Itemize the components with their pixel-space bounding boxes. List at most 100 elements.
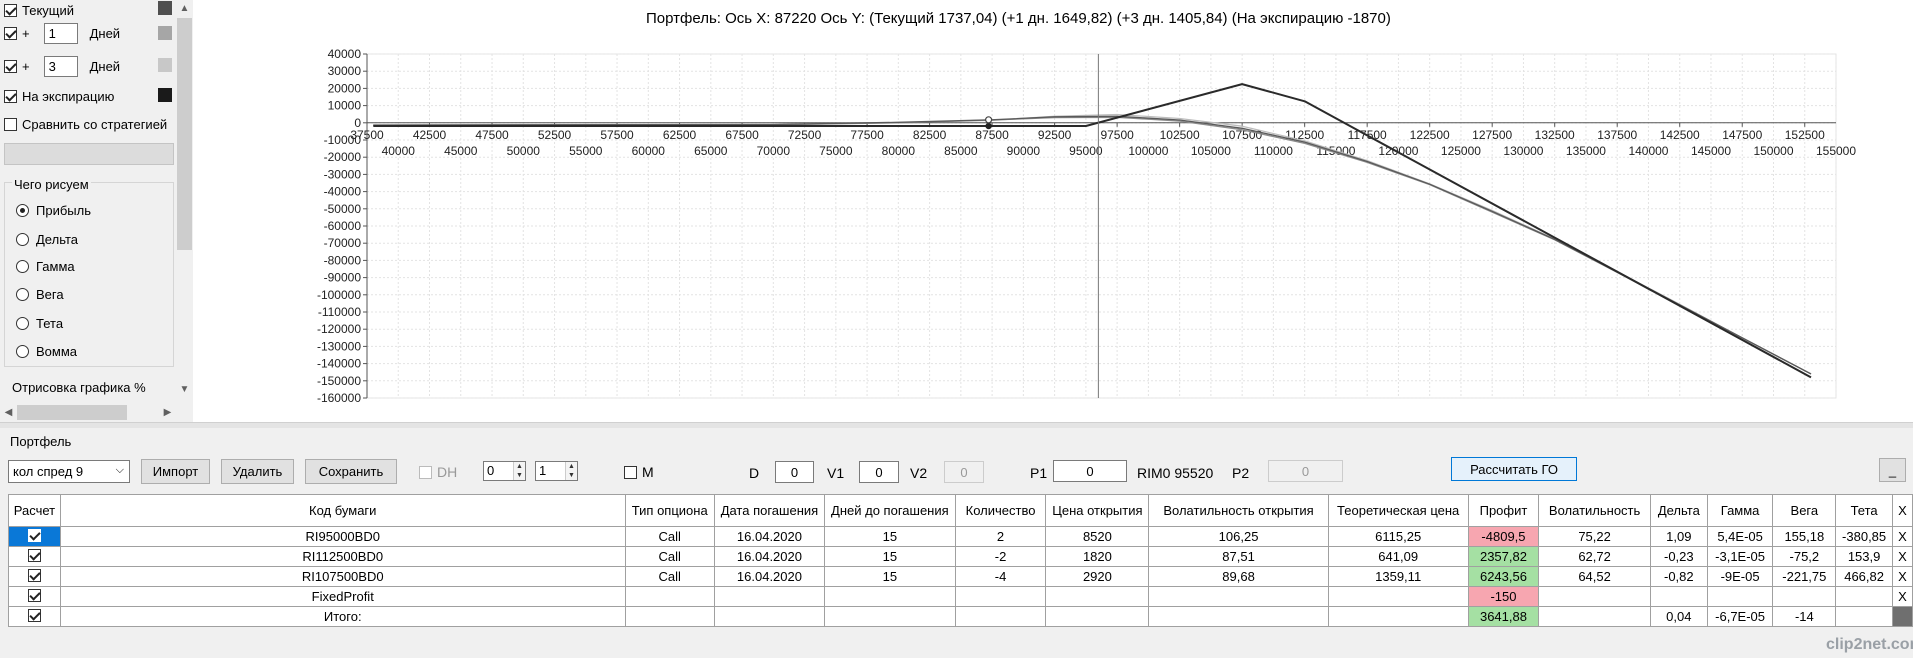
header-profit[interactable]: Профит (1467, 494, 1540, 527)
cell-theo-price: 1359,11 (1327, 566, 1469, 587)
x-tick-label-upper: 77500 (850, 128, 884, 142)
x-tick-label-lower: 75000 (819, 144, 853, 158)
payoff-chart[interactable]: 400003000020000100000-10000-20000-30000-… (0, 0, 1913, 422)
row-calc-checkbox[interactable] (27, 588, 41, 602)
portfolio-panel: Портфель кол спред 9 ⌵ Импорт Удалить Со… (0, 428, 1913, 658)
x-tick-label-lower: 65000 (694, 144, 728, 158)
header-gamma[interactable]: Гамма (1706, 494, 1774, 527)
cell-remove[interactable] (1892, 606, 1913, 627)
header-option-type[interactable]: Тип опциона (624, 494, 715, 527)
x-tick-label-lower: 85000 (944, 144, 978, 158)
cell-remove[interactable]: X (1892, 526, 1913, 547)
cell-option-type: Call (624, 526, 715, 547)
header-code[interactable]: Код бумаги (59, 494, 626, 527)
cell-days: 15 (824, 526, 956, 547)
cell-expiry-date (713, 586, 826, 607)
v2-field[interactable]: 0 (944, 461, 984, 483)
header-open-volatility[interactable]: Волатильность открытия (1148, 494, 1329, 527)
y-tick-label: -110000 (318, 305, 361, 319)
cell-calc[interactable] (8, 546, 61, 567)
x-tick-label-upper: 102500 (1160, 128, 1200, 142)
cell-delta (1649, 586, 1708, 607)
p2-field[interactable]: 0 (1268, 460, 1343, 482)
x-tick-label-lower: 135000 (1566, 144, 1606, 158)
cell-calc[interactable] (8, 586, 61, 607)
cell-gamma (1706, 586, 1774, 607)
header-quantity[interactable]: Количество (954, 494, 1047, 527)
cell-vega: -75,2 (1772, 546, 1837, 567)
row-calc-checkbox[interactable] (27, 568, 41, 582)
x-tick-label-lower: 145000 (1691, 144, 1731, 158)
delete-button[interactable]: Удалить (221, 459, 294, 484)
y-tick-label: -90000 (324, 271, 362, 285)
d-label: D (749, 465, 760, 481)
table-row[interactable]: RI112500BD0 Call 16.04.2020 15 -2 1820 87,51 64… (8, 546, 1913, 567)
calculate-go-button[interactable]: Рассчитать ГО (1451, 457, 1577, 481)
x-tick-label-lower: 110000 (1254, 144, 1293, 158)
minimize-button[interactable]: _ (1879, 458, 1906, 482)
cell-remove[interactable]: X (1892, 566, 1913, 587)
row-calc-checkbox[interactable] (27, 548, 41, 562)
dh-spin-1[interactable]: 0 ▲ ▼ (483, 461, 526, 481)
table-row[interactable]: Итого: 3641,88 0,04 -6,7E-05 -14 (8, 606, 1913, 627)
spin-arrows-icon[interactable]: ▲ ▼ (513, 462, 525, 480)
dh-checkbox[interactable] (419, 466, 432, 479)
cell-calc[interactable] (8, 606, 61, 627)
cell-quantity (954, 606, 1047, 627)
cell-vega (1772, 586, 1837, 607)
cell-profit: -150 (1467, 586, 1540, 607)
cell-open-price: 2920 (1045, 566, 1150, 587)
import-button[interactable]: Импорт (141, 459, 210, 484)
v1-field[interactable]: 0 (859, 461, 899, 483)
cell-theo-price (1327, 606, 1469, 627)
table-row[interactable]: FixedProfit -150 X (8, 586, 1913, 607)
cell-remove[interactable]: X (1892, 546, 1913, 567)
x-tick-label-upper: 137500 (1597, 128, 1637, 142)
spin-arrows-icon[interactable]: ▲ ▼ (565, 462, 577, 480)
table-row[interactable]: RI95000BD0 Call 16.04.2020 15 2 8520 106,25 611… (8, 526, 1913, 547)
header-open-price[interactable]: Цена открытия (1045, 494, 1150, 527)
header-theta[interactable]: Тета (1835, 494, 1894, 527)
cell-code: RI95000BD0 (59, 526, 626, 547)
y-tick-label: -30000 (324, 167, 362, 181)
cell-open-vol: 106,25 (1148, 526, 1329, 547)
row-calc-checkbox[interactable] (27, 528, 41, 542)
cell-gamma: -3,1E-05 (1706, 546, 1774, 567)
x-tick-label-lower: 125000 (1441, 144, 1481, 158)
x-tick-label-lower: 50000 (507, 144, 541, 158)
cell-calc[interactable] (8, 526, 61, 547)
x-tick-label-upper: 82500 (913, 128, 947, 142)
header-remove[interactable]: X (1892, 494, 1913, 527)
x-tick-label-lower: 105000 (1191, 144, 1231, 158)
cell-option-type (624, 586, 715, 607)
save-button[interactable]: Сохранить (305, 459, 397, 484)
dh-spin-2[interactable]: 1 ▲ ▼ (535, 461, 578, 481)
strategy-select[interactable]: кол спред 9 ⌵ (8, 460, 130, 483)
y-tick-label: 30000 (328, 64, 362, 78)
row-calc-checkbox[interactable] (27, 608, 41, 622)
p1-field[interactable]: 0 (1053, 460, 1127, 482)
chevron-down-icon[interactable]: ⌵ (116, 464, 124, 477)
header-vega[interactable]: Вега (1772, 494, 1837, 527)
x-tick-label-lower: 95000 (1069, 144, 1103, 158)
y-tick-label: 40000 (328, 47, 362, 61)
x-tick-label-lower: 70000 (757, 144, 791, 158)
header-volatility[interactable]: Волатильность (1538, 494, 1651, 527)
header-expiry-date[interactable]: Дата погашения (713, 494, 826, 527)
table-row[interactable]: RI107500BD0 Call 16.04.2020 15 -4 2920 89,68 13… (8, 566, 1913, 587)
cell-delta: 0,04 (1649, 606, 1708, 627)
header-days-to-expiry[interactable]: Дней до погашения (824, 494, 956, 527)
d-field[interactable]: 0 (775, 461, 814, 483)
x-tick-label-lower: 45000 (444, 144, 478, 158)
header-delta[interactable]: Дельта (1649, 494, 1708, 527)
cell-remove[interactable]: X (1892, 586, 1913, 607)
cell-code: Итого: (59, 606, 626, 627)
header-theoretical-price[interactable]: Теоретическая цена (1327, 494, 1469, 527)
marker-expiry-point (985, 122, 992, 130)
cell-calc[interactable] (8, 566, 61, 587)
cell-open-vol (1148, 606, 1329, 627)
x-tick-label-upper: 132500 (1535, 128, 1575, 142)
header-calc[interactable]: Расчет (8, 494, 61, 527)
cell-volatility: 75,22 (1538, 526, 1651, 547)
m-checkbox[interactable] (624, 466, 637, 479)
